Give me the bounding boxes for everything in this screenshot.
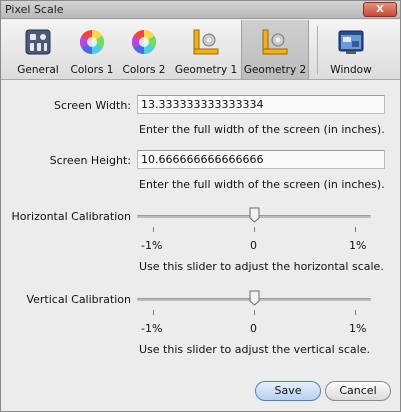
tick: [355, 227, 356, 232]
tab-geometry-2-label: Geometry 2: [243, 64, 307, 76]
vertical-slider-ticks: [137, 310, 371, 318]
tab-geometry-1[interactable]: Geometry 1: [173, 20, 239, 79]
horizontal-max-label: 1%: [349, 239, 367, 252]
geometry-2-pane: Screen Width: 13.333333333333334 Enter t…: [1, 81, 400, 411]
vertical-slider-thumb[interactable]: [249, 290, 260, 306]
tab-general-label: General: [17, 64, 59, 76]
cancel-button[interactable]: Cancel: [325, 381, 391, 401]
screen-height-field[interactable]: 10.666666666666666: [137, 150, 385, 169]
title-bar[interactable]: Pixel Scale X: [1, 1, 400, 19]
tab-colors-1[interactable]: Colors 1: [67, 20, 117, 79]
horizontal-min-label: -1%: [141, 239, 163, 252]
horizontal-calibration-label: Horizontal Calibration: [11, 210, 131, 223]
horizontal-hint: Use this slider to adjust the horizontal…: [139, 260, 384, 273]
tick: [153, 310, 154, 315]
color-wheel-icon: [79, 29, 105, 54]
tab-colors-2[interactable]: Colors 2: [119, 20, 169, 79]
color-wheel-icon: [131, 29, 157, 54]
pixel-scale-dialog: Pixel Scale X General Colors 1 Colors 2 …: [0, 0, 401, 412]
horizontal-slider-ticks: [137, 227, 371, 235]
tab-geometry-1-label: Geometry 1: [174, 64, 238, 76]
tab-general[interactable]: General: [13, 20, 63, 79]
tick: [153, 227, 154, 232]
screen-width-label: Screen Width:: [54, 99, 131, 112]
screen-height-label: Screen Height:: [49, 154, 131, 167]
close-button[interactable]: X: [363, 2, 397, 17]
horizontal-slider-thumb[interactable]: [249, 207, 260, 223]
general-switches-icon: [25, 29, 51, 55]
tick: [355, 310, 356, 315]
preferences-toolbar: General Colors 1 Colors 2 Geometry 1 Geo…: [1, 20, 400, 80]
vertical-hint: Use this slider to adjust the vertical s…: [139, 343, 370, 356]
ruler-triangle-icon: [193, 29, 219, 55]
toolbar-separator: [317, 26, 318, 74]
horizontal-mid-label: 0: [250, 239, 257, 252]
window-title: Pixel Scale: [5, 3, 64, 16]
tick: [254, 227, 255, 232]
vertical-mid-label: 0: [250, 322, 257, 335]
vertical-calibration-label: Vertical Calibration: [26, 293, 131, 306]
ruler-triangle-icon: [262, 29, 288, 55]
vertical-max-label: 1%: [349, 322, 367, 335]
window-icon: [338, 30, 364, 54]
vertical-min-label: -1%: [141, 322, 163, 335]
save-button[interactable]: Save: [255, 381, 321, 401]
tab-colors-2-label: Colors 2: [122, 64, 166, 76]
tab-window[interactable]: Window: [323, 20, 379, 79]
screen-height-hint: Enter the full width of the screen (in i…: [139, 178, 385, 191]
tab-window-label: Window: [330, 64, 372, 76]
screen-width-field[interactable]: 13.333333333333334: [137, 95, 385, 114]
screen-width-hint: Enter the full width of the screen (in i…: [139, 123, 385, 136]
tab-geometry-2[interactable]: Geometry 2: [241, 20, 309, 79]
tab-colors-1-label: Colors 1: [70, 64, 114, 76]
tick: [254, 310, 255, 315]
